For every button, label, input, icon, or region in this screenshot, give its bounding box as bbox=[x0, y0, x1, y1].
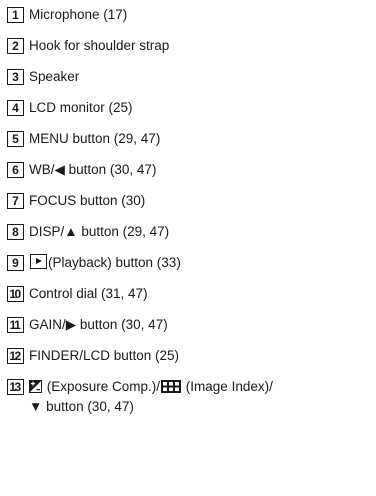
list-item: 8 DISP/▲ button (29, 47) bbox=[7, 223, 169, 245]
list-item: 3 Speaker bbox=[7, 68, 79, 90]
item-label-part-a: (Exposure Comp.)/ bbox=[43, 379, 161, 394]
item-label: Hook for shoulder strap bbox=[29, 38, 170, 53]
item-number: 11 bbox=[7, 317, 24, 333]
list-item: 1 Microphone (17) bbox=[7, 6, 127, 28]
list-item: 10 Control dial (31, 47) bbox=[7, 285, 148, 307]
list-item: 11 GAIN/▶ button (30, 47) bbox=[7, 316, 168, 338]
item-label: LCD monitor (25) bbox=[29, 100, 133, 115]
item-label: FOCUS button (30) bbox=[29, 193, 146, 208]
item-label: FINDER/LCD button (25) bbox=[29, 348, 180, 363]
item-number: 5 bbox=[7, 131, 24, 147]
item-number: 4 bbox=[7, 100, 24, 116]
list-item: 12 FINDER/LCD button (25) bbox=[7, 347, 179, 369]
item-label: WB/◀ button (30, 47) bbox=[29, 162, 157, 177]
item-label-part-c: ▼ button (30, 47) bbox=[29, 399, 134, 414]
playback-icon bbox=[30, 254, 47, 269]
image-index-icon bbox=[161, 379, 182, 393]
item-number: 12 bbox=[7, 348, 24, 364]
item-number: 2 bbox=[7, 38, 24, 54]
item-label: Control dial (31, 47) bbox=[29, 286, 148, 301]
item-number: 9 bbox=[7, 255, 24, 271]
item-label: GAIN/▶ button (30, 47) bbox=[29, 317, 168, 332]
exposure-comp-icon bbox=[29, 380, 42, 393]
item-number: 6 bbox=[7, 162, 24, 178]
item-number: 3 bbox=[7, 69, 24, 85]
item-number: 1 bbox=[7, 7, 24, 23]
list-item: 6 WB/◀ button (30, 47) bbox=[7, 161, 156, 183]
list-item: 4 LCD monitor (25) bbox=[7, 99, 133, 121]
list-item: 13 (Exposure Comp.)/ (Image Index)/ ▼ bu… bbox=[7, 378, 329, 422]
item-label: Microphone (17) bbox=[29, 7, 128, 22]
item-label-part-b: (Image Index)/ bbox=[182, 379, 273, 394]
item-number: 8 bbox=[7, 224, 24, 240]
item-label: Speaker bbox=[29, 69, 80, 84]
item-label: (Playback) button (33) bbox=[48, 255, 181, 270]
list-item: 7 FOCUS button (30) bbox=[7, 192, 145, 214]
item-label-multiline: (Exposure Comp.)/ (Image Index)/ ▼ button… bbox=[29, 377, 329, 417]
list-item: 9 (Playback) button (33) bbox=[7, 254, 181, 276]
list-item: 5 MENU button (29, 47) bbox=[7, 130, 160, 152]
item-label: DISP/▲ button (29, 47) bbox=[29, 224, 170, 239]
list-item: 2 Hook for shoulder strap bbox=[7, 37, 169, 59]
item-label: MENU button (29, 47) bbox=[29, 131, 161, 146]
item-number: 10 bbox=[7, 286, 24, 302]
item-number: 7 bbox=[7, 193, 24, 209]
item-number: 13 bbox=[7, 379, 24, 395]
